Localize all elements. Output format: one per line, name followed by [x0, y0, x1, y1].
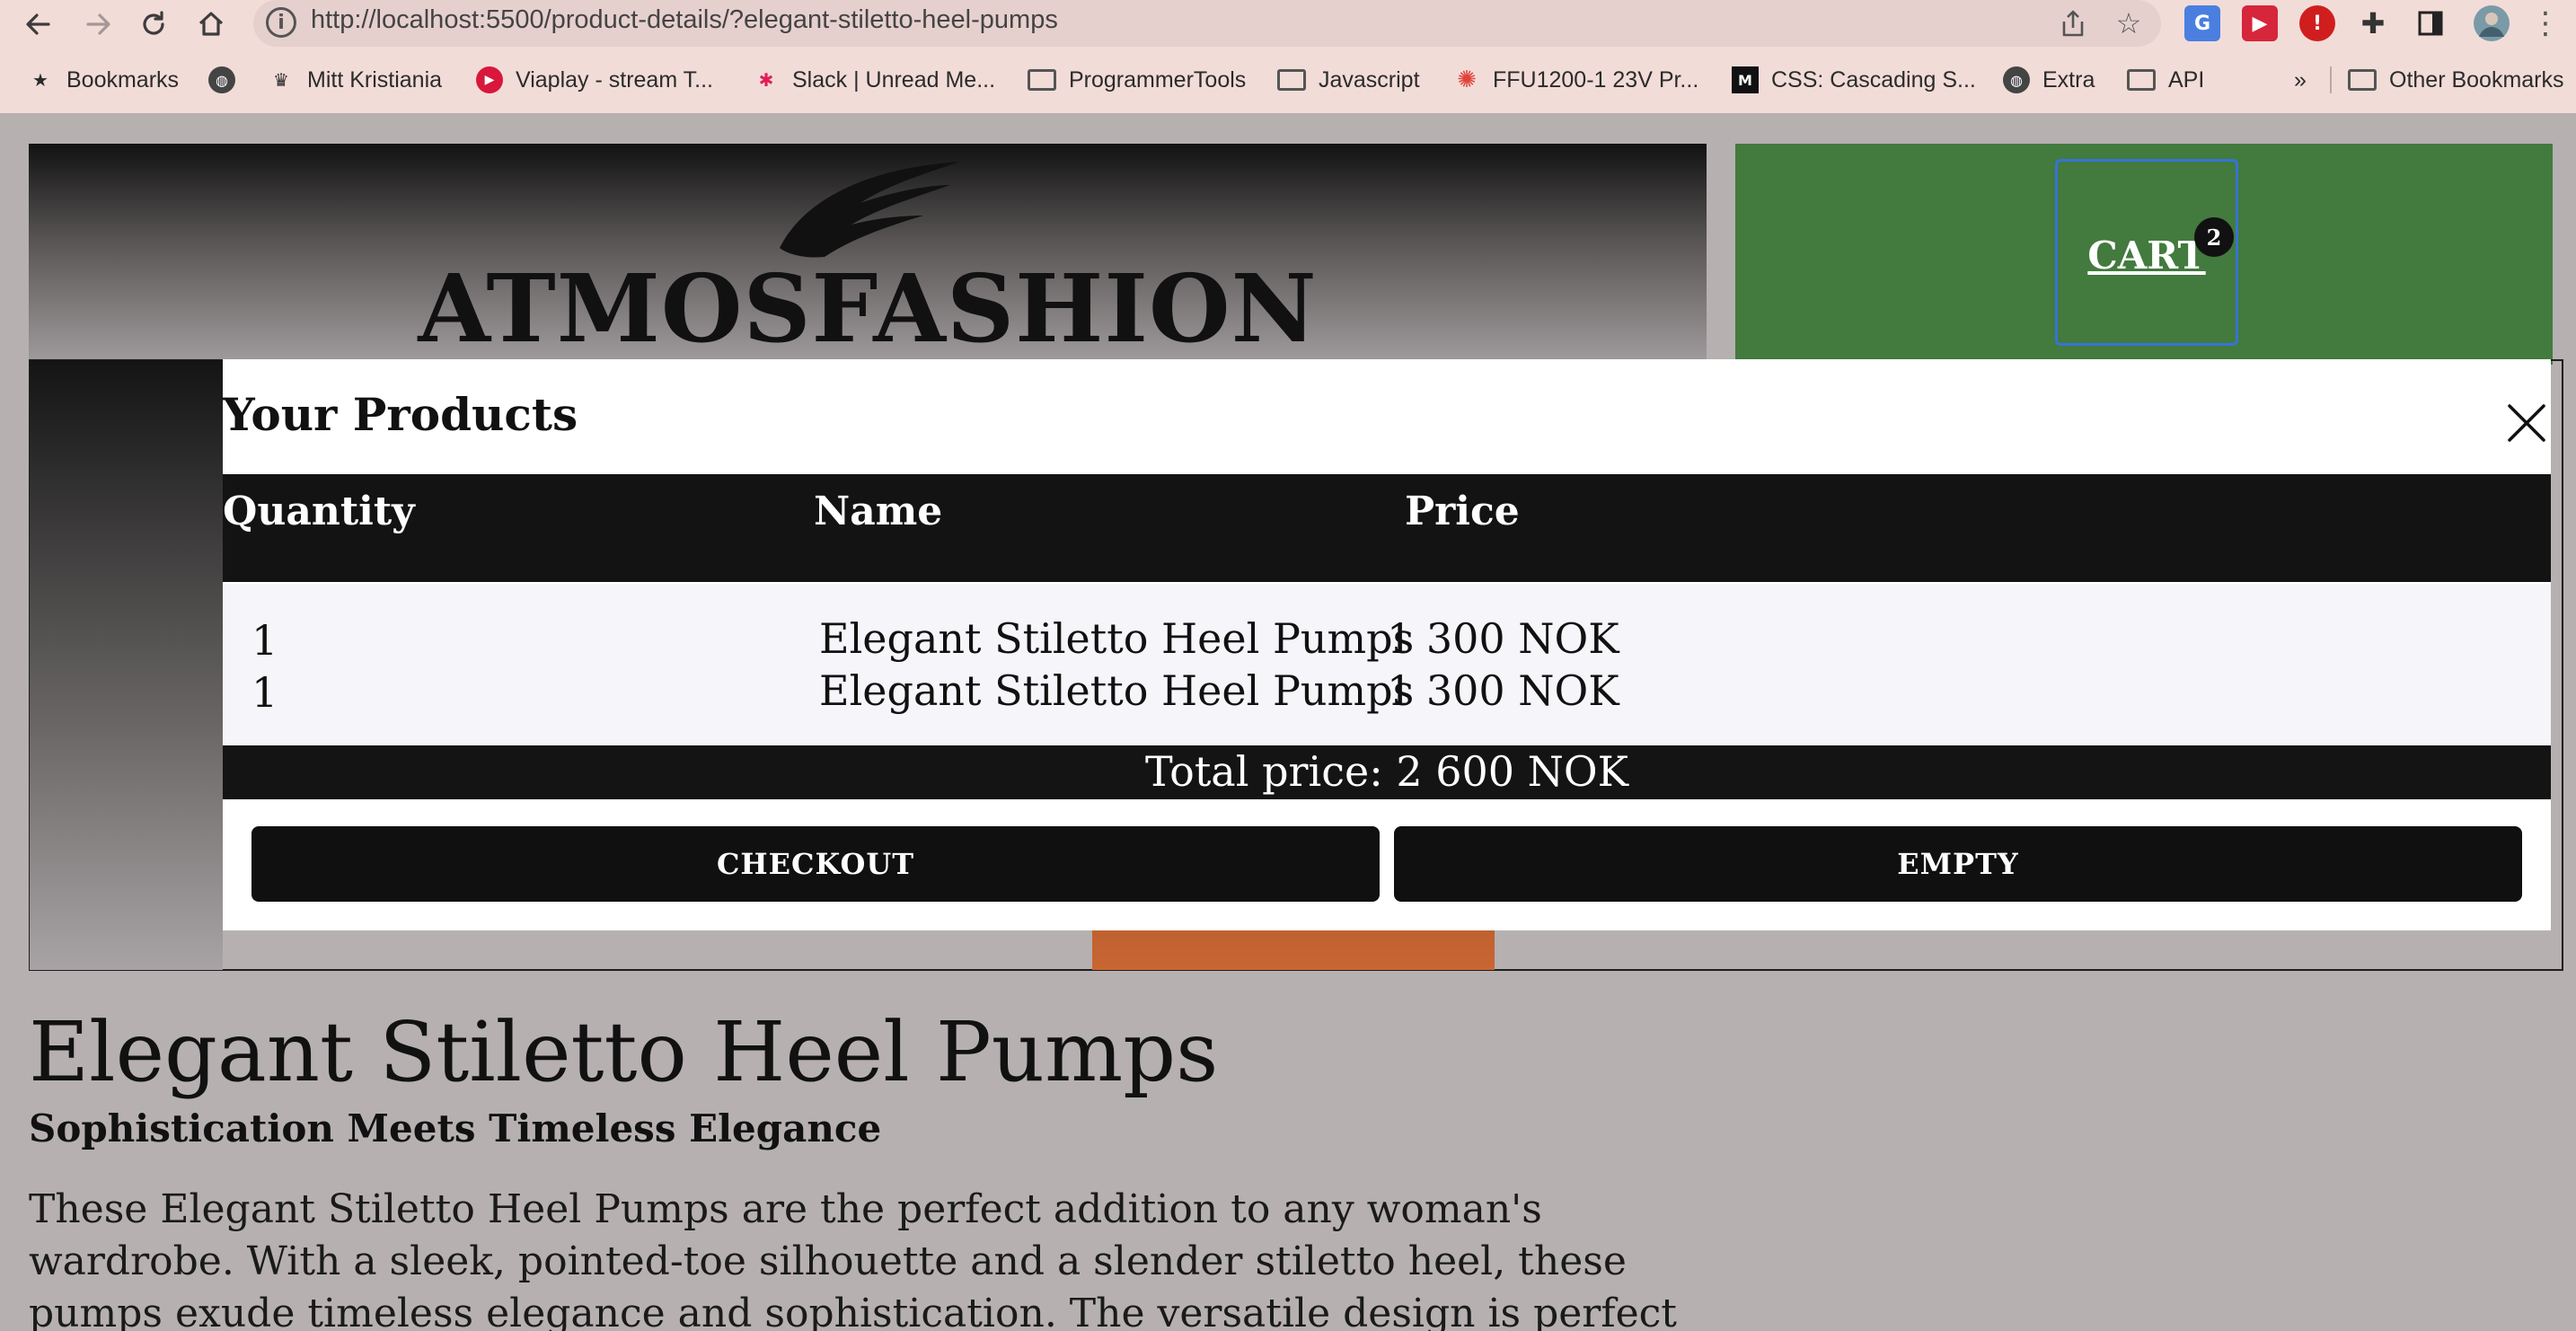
cell-name: Elegant Stiletto Heel Pumps — [819, 666, 1415, 715]
extensions-puzzle-icon[interactable]: ✚ — [2353, 4, 2393, 43]
forward-arrow-icon[interactable] — [74, 0, 122, 48]
google-translate-icon[interactable]: G — [2184, 5, 2220, 41]
bookmark-api[interactable]: API — [2127, 63, 2204, 97]
product-description: These Elegant Stiletto Heel Pumps are th… — [29, 1186, 1677, 1331]
bookmarks-divider — [2330, 66, 2332, 93]
adblock-icon[interactable]: ! — [2299, 5, 2335, 41]
cart-total-price: Total price: 2 600 NOK — [1145, 747, 1628, 796]
bookmark-javascript[interactable]: Javascript — [1277, 63, 1420, 97]
folder-icon — [2348, 69, 2377, 91]
canvas-icon: ✺ — [1457, 66, 1477, 93]
bookmark-mitt-kristiania[interactable]: ♛ Mitt Kristiania — [268, 63, 442, 97]
video-extension-icon[interactable]: ▶ — [2242, 5, 2278, 41]
cart-modal-title: Your Products — [223, 388, 578, 441]
cell-price: 1 300 NOK — [1387, 614, 1619, 663]
url-text[interactable]: http://localhost:5500/product-details/?e… — [311, 5, 1058, 35]
cell-name: Elegant Stiletto Heel Pumps — [819, 614, 1415, 663]
bookmark-programmertools[interactable]: ProgrammerTools — [1028, 63, 1246, 97]
folder-icon — [2127, 69, 2156, 91]
logo-wings-icon — [780, 162, 959, 258]
bookmark-slack[interactable]: ✱ Slack | Unread Me... — [753, 63, 995, 97]
cart-label: CART — [2087, 233, 2206, 278]
column-header-name: Name — [814, 489, 943, 534]
bookmarks-bar: ★ Bookmarks ◍ ♛ Mitt Kristiania ▶ Viaplay -… — [0, 57, 2576, 102]
profile-avatar-icon[interactable] — [2472, 4, 2511, 43]
browser-chrome: i http://localhost:5500/product-details/… — [0, 0, 2576, 113]
site-info-icon[interactable]: i — [266, 7, 296, 38]
reload-icon[interactable] — [129, 0, 178, 48]
kristiania-icon: ♛ — [273, 69, 289, 91]
column-header-quantity: Quantity — [223, 489, 415, 534]
folder-icon — [1277, 69, 1306, 91]
checkout-button[interactable]: CHECKOUT — [251, 826, 1380, 902]
star-icon: ★ — [32, 69, 49, 91]
bookmark-viaplay[interactable]: ▶ Viaplay - stream T... — [476, 63, 713, 97]
bookmark-globe[interactable]: ◍ — [208, 63, 248, 97]
mdn-icon: M — [1732, 66, 1759, 93]
star-bookmark-icon[interactable]: ☆ — [2109, 4, 2148, 43]
cart-table-body — [223, 584, 2551, 745]
slack-icon: ✱ — [758, 69, 774, 91]
menu-kebab-icon[interactable]: ⋮ — [2526, 4, 2565, 43]
cell-quantity: 1 — [251, 616, 278, 665]
bookmarks-overflow-button[interactable]: » — [2294, 63, 2307, 97]
cart-table-header — [223, 474, 2551, 582]
bookmark-ffu1200[interactable]: ✺ FFU1200-1 23V Pr... — [1453, 63, 1698, 97]
cell-price: 1 300 NOK — [1387, 666, 1619, 715]
cell-quantity: 1 — [251, 668, 278, 717]
sidepanel-icon[interactable] — [2411, 4, 2450, 43]
cart-count-badge: 2 — [2194, 217, 2234, 257]
globe-icon: ◍ — [2003, 66, 2030, 93]
folder-icon — [1028, 69, 1056, 91]
viaplay-icon: ▶ — [476, 66, 503, 93]
hero-gradient — [30, 360, 223, 970]
product-subtitle: Sophistication Meets Timeless Elegance — [29, 1106, 882, 1150]
bookmark-bookmarks[interactable]: ★ Bookmarks — [27, 63, 179, 97]
product-title: Elegant Stiletto Heel Pumps — [29, 1004, 1219, 1100]
column-header-price: Price — [1405, 489, 1520, 534]
bookmark-extra[interactable]: ◍ Extra — [2003, 63, 2095, 97]
empty-cart-button[interactable]: EMPTY — [1394, 826, 2522, 902]
back-arrow-icon[interactable] — [14, 0, 63, 48]
close-icon[interactable] — [2506, 402, 2547, 444]
share-icon[interactable] — [2053, 4, 2093, 43]
site-logo[interactable]: ATMOSFASHION — [29, 253, 1707, 364]
home-icon[interactable] — [187, 0, 235, 48]
globe-icon: ◍ — [208, 66, 235, 93]
bookmark-css[interactable]: M CSS: Cascading S... — [1732, 63, 1976, 97]
bookmark-other-bookmarks[interactable]: Other Bookmarks — [2348, 63, 2564, 97]
